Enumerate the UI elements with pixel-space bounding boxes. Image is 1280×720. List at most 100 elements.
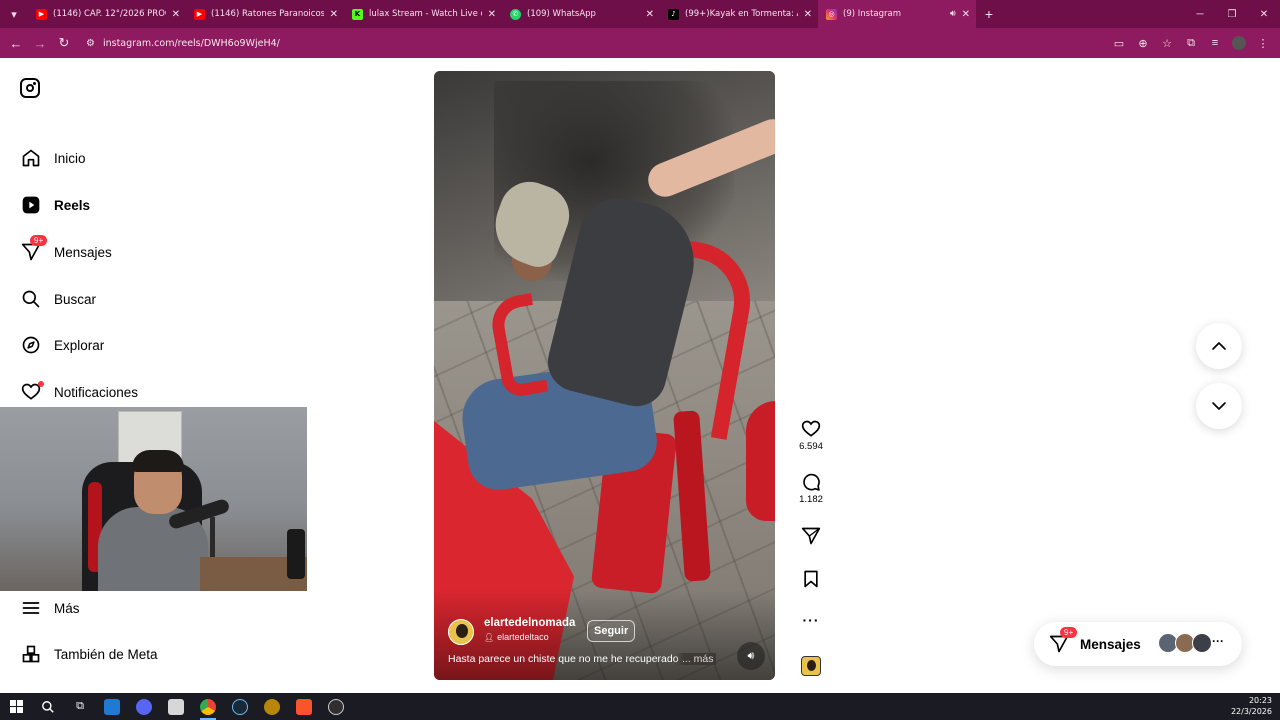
url-text: instagram.com/reels/DWH6o9WjeH4/ [102,37,280,49]
sidebar-item-buscar[interactable]: Buscar [20,284,96,314]
restore-icon[interactable]: ❐ [1216,0,1248,28]
chair-edge [746,401,775,521]
save-action[interactable] [798,569,824,589]
like-action[interactable]: 6.594 [798,419,824,452]
cast-icon[interactable]: ▭ [1108,31,1130,55]
app-icon[interactable] [160,693,192,720]
sidebar-item-explorar[interactable]: Explorar [20,330,104,360]
close-tab-icon[interactable]: ✕ [488,9,496,20]
reel-video[interactable]: elartedelnomada 👤︎ elartedeltaco Seguir … [434,71,775,680]
wow-icon[interactable] [256,693,288,720]
tab-title: (109) WhatsApp [527,9,596,19]
like-count: 6.594 [799,441,823,452]
browser-tab-6[interactable]: ◎ (9) Instagram 🔊︎ ✕ [818,0,976,28]
url-field[interactable]: ⚙ instagram.com/reels/DWH6o9WjeH4/ [86,38,280,49]
sidebar-item-meta[interactable]: También de Meta [20,639,158,669]
media-controls-icon[interactable]: ≡ [1204,31,1226,55]
browser-tab-4[interactable]: ✆ (109) WhatsApp ✕ [502,0,660,28]
browser-tab-1[interactable]: ▶ (1146) CAP. 12°/2026 PROCEDIMI ✕ [28,0,186,28]
close-tab-icon[interactable]: ✕ [804,9,812,20]
audio-thumbnail[interactable] [801,656,821,676]
compass-icon [20,334,42,356]
volume-icon[interactable]: 🔊︎ [737,642,765,670]
sidebar-item-label: Más [54,600,80,616]
heart-icon[interactable] [801,419,821,439]
obs-icon[interactable] [320,693,352,720]
previous-reel-button[interactable] [1196,323,1242,369]
more-dots-icon[interactable]: ··· [803,612,820,628]
zoom-icon[interactable]: ⊕ [1132,31,1154,55]
sidebar-item-mensajes[interactable]: 9+ Mensajes [20,235,112,267]
close-window-icon[interactable]: ✕ [1248,0,1280,28]
chrome-icon[interactable] [192,693,224,720]
search-icon [20,288,42,310]
youtube-icon: ▶ [194,8,205,20]
close-tab-icon[interactable]: ✕ [962,9,970,20]
brave-icon[interactable] [288,693,320,720]
streamer-head [132,450,184,514]
close-tab-icon[interactable]: ✕ [172,9,180,20]
reload-icon[interactable]: ↻ [52,31,76,55]
browser-tab-bar: ▾ ▶ (1146) CAP. 12°/2026 PROCEDIMI ✕ ▶ (… [0,0,1280,28]
share-icon[interactable] [801,526,821,546]
discord-icon[interactable] [128,693,160,720]
bookmark-icon[interactable] [801,569,821,589]
window-controls: ─ ❐ ✕ [1184,0,1280,28]
tab-title: (1146) Ratones Paranoicos - Sig [211,9,324,19]
outlook-icon[interactable] [96,693,128,720]
clock-time: 20:23 [1248,696,1272,705]
sidebar-item-mas[interactable]: Más [20,593,80,623]
instagram-logo-icon[interactable] [20,78,40,98]
sidebar-item-notificaciones[interactable]: Notificaciones [20,377,138,407]
browser-menu-icon[interactable]: ⋮ [1252,31,1274,55]
browser-tab-2[interactable]: ▶ (1146) Ratones Paranoicos - Sig ✕ [186,0,344,28]
next-reel-button[interactable] [1196,383,1242,429]
author-audio[interactable]: 👤︎ elartedeltaco [484,632,549,642]
comment-count: 1.182 [799,494,823,505]
back-icon[interactable]: ← [4,31,28,55]
comment-action[interactable]: 1.182 [798,472,824,505]
author-username[interactable]: elartedelnomada [484,617,575,629]
more-options[interactable]: ··· [798,612,824,628]
taskbar: ⧉ 20:23 22/3/2026 [0,693,1280,720]
bookmark-star-icon[interactable]: ☆ [1156,31,1178,55]
forward-icon[interactable]: → [28,31,52,55]
steam-icon[interactable] [224,693,256,720]
speaker-icon[interactable]: 🔊︎ [950,9,956,19]
youtube-icon: ▶ [36,8,47,20]
reel-caption[interactable]: Hasta parece un chiste que no me he recu… [448,653,708,665]
task-view-icon[interactable]: ⧉ [64,693,96,720]
windows-start-icon[interactable] [0,693,32,720]
author-avatar[interactable] [448,619,474,645]
system-clock[interactable]: 20:23 22/3/2026 [1231,695,1272,717]
tiktok-icon: ♪ [668,8,679,20]
audio-name: elartedeltaco [497,632,549,642]
share-action[interactable] [798,526,824,546]
close-tab-icon[interactable]: ✕ [646,9,654,20]
new-tab-button[interactable]: + [976,6,1002,22]
close-tab-icon[interactable]: ✕ [330,9,338,20]
minimize-icon[interactable]: ─ [1184,0,1216,28]
browser-tab-3[interactable]: K lulax Stream - Watch Live on Ki ✕ [344,0,502,28]
sidebar-item-reels[interactable]: Reels [20,190,90,220]
caption-more-link[interactable]: ... más [676,653,716,665]
site-info-icon[interactable]: ⚙ [86,38,95,49]
browser-tab-5[interactable]: ♪ (99+)Kayak en Tormenta: Avent ✕ [660,0,818,28]
sidebar-item-inicio[interactable]: Inicio [20,143,86,173]
more-contacts-icon: ··· [1212,634,1224,648]
webcam-overlay [0,407,307,591]
tab-search-icon[interactable]: ▾ [0,0,28,28]
follow-button[interactable]: Seguir [587,620,636,642]
caption-text: Hasta parece un chiste que no me he recu… [448,653,679,665]
profile-avatar[interactable] [1228,31,1250,55]
sidebar-item-label: También de Meta [54,646,158,662]
home-icon [20,147,42,169]
messages-icon: 9+ [20,235,48,263]
meta-apps-icon [20,643,42,665]
sidebar: Inicio Reels 9+ Mensajes Buscar Explorar… [0,58,320,693]
tab-title: lulax Stream - Watch Live on Ki [369,9,482,19]
search-icon[interactable] [32,693,64,720]
sidebar-item-label: Mensajes [54,244,112,260]
comment-icon[interactable] [801,472,821,492]
extensions-icon[interactable]: ⧉ [1180,31,1202,55]
